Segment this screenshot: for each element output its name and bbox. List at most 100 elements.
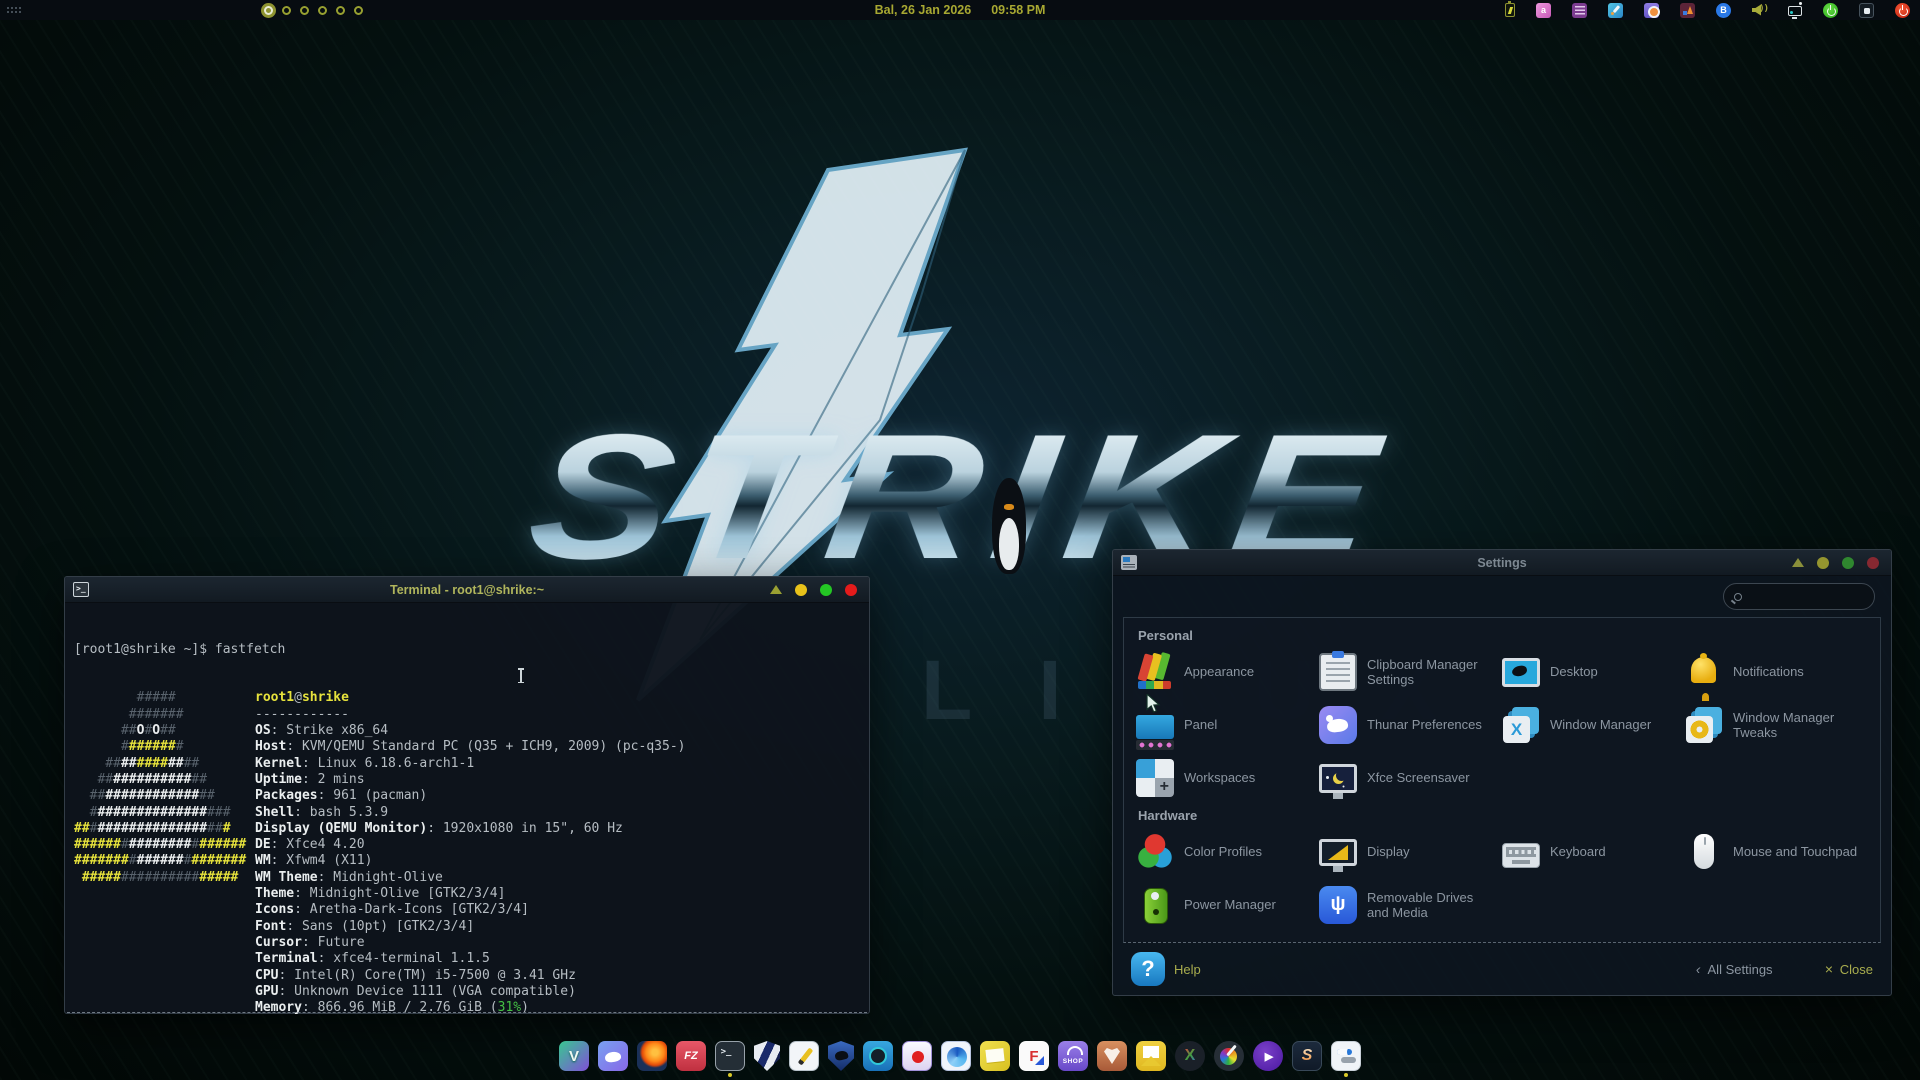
settings-item-wm-tweaks[interactable]: Window Manager Tweaks [1685, 698, 1868, 751]
power-red-icon[interactable] [1895, 3, 1910, 18]
terminal-info-line: Font: Sans (10pt) [GTK2/3/4] [255, 919, 685, 935]
firewall-indicator-icon[interactable] [1680, 3, 1695, 18]
settings-item-thunar[interactable]: Thunar Preferences [1319, 698, 1502, 751]
chevron-left-icon: ‹ [1696, 961, 1701, 977]
info-label: Shell [255, 805, 294, 820]
close-settings-button[interactable]: × Close [1825, 961, 1873, 977]
terminal-prompt-line: [root1@shrike ~]$ fastfetch [74, 642, 860, 658]
maximize-button[interactable] [1842, 557, 1854, 569]
section-header-personal: Personal [1138, 628, 1868, 643]
all-settings-button[interactable]: ‹ All Settings [1696, 961, 1773, 977]
settings-grid: Color ProfilesDisplayKeyboardMouse and T… [1136, 825, 1868, 931]
battery-charging-icon[interactable] [1505, 3, 1515, 17]
info-label: Theme [255, 886, 294, 901]
terminal-title: Terminal - root1@shrike:~ [65, 583, 869, 597]
dock-item-mail-client[interactable] [1136, 1041, 1166, 1071]
removable-icon: ψ [1319, 886, 1357, 924]
app-store-f-glyph: F [1029, 1048, 1038, 1065]
settings-titlebar[interactable]: Settings [1113, 550, 1891, 576]
dock-item-filezilla[interactable]: FZ [676, 1041, 706, 1071]
dock-item-text-editor[interactable] [789, 1041, 819, 1071]
network-display-icon[interactable] [1788, 6, 1802, 16]
dock-item-sticky-notes[interactable] [980, 1041, 1010, 1071]
top-panel: Bal, 26 Jan 2026 09:58 PM aB [0, 0, 1920, 20]
maximize-button[interactable] [820, 584, 832, 596]
dock-item-settings-manager[interactable] [1331, 1041, 1361, 1071]
info-label: GPU [255, 984, 278, 999]
dock-item-crowsec-shield[interactable] [828, 1041, 854, 1071]
search-input[interactable] [1750, 590, 1864, 604]
terminal-info-line: Kernel: Linux 6.18.6-arch1-1 [255, 756, 685, 772]
keyboard-icon [1502, 843, 1540, 868]
terminal-info-line: Host: KVM/QEMU Standard PC (Q35 + ICH9, … [255, 739, 685, 755]
percentage-value: 31% [498, 1000, 521, 1014]
settings-item-keyboard[interactable]: Keyboard [1502, 825, 1685, 878]
ascii-art-line: ######## [74, 739, 255, 755]
dock-item-recorder[interactable] [902, 1041, 932, 1071]
minimize-button[interactable] [1817, 557, 1829, 569]
ascii-art-line: ##### [74, 690, 255, 706]
dock-item-thunar-file-manager[interactable] [598, 1041, 628, 1071]
settings-item-panel[interactable]: Panel [1136, 698, 1319, 751]
terminal-info-line: Uptime: 2 mins [255, 772, 685, 788]
settings-item-label: Panel [1184, 717, 1217, 732]
clipboard-manager-icon[interactable] [1572, 3, 1587, 18]
session-power-green-icon[interactable] [1823, 3, 1838, 18]
xorg-glyph: X [1185, 1047, 1196, 1065]
info-label: Memory [255, 1000, 302, 1014]
dock-item-vim[interactable]: V [559, 1041, 589, 1071]
settings-item-screensaver[interactable]: Xfce Screensaver [1319, 751, 1502, 804]
paintbrush-icon[interactable] [1608, 3, 1623, 18]
settings-item-clipboard[interactable]: Clipboard Manager Settings [1319, 645, 1502, 698]
settings-item-label: Desktop [1550, 664, 1598, 679]
dock-item-xorg[interactable]: X [1175, 1041, 1205, 1071]
lens-indicator-icon[interactable] [1644, 3, 1659, 18]
dock-item-paint-app[interactable] [1214, 1041, 1244, 1071]
settings-item-workspaces[interactable]: Workspaces [1136, 751, 1319, 804]
battery-tray-icon[interactable] [1859, 3, 1874, 18]
dock-item-software-shop[interactable]: SHOP [1058, 1041, 1088, 1071]
settings-item-label: Xfce Screensaver [1367, 770, 1470, 785]
penguin-art [988, 478, 1030, 578]
terminal-titlebar[interactable]: Terminal - root1@shrike:~ [65, 577, 869, 603]
settings-item-removable[interactable]: ψRemovable Drives and Media [1319, 878, 1502, 931]
ascii-art-line: ###################### [74, 853, 255, 869]
settings-window-icon [1121, 555, 1137, 570]
info-label: DE [255, 837, 271, 852]
settings-item-mouse[interactable]: Mouse and Touchpad [1685, 825, 1868, 878]
terminal-info-line: Theme: Midnight-Olive [GTK2/3/4] [255, 886, 685, 902]
info-label: Icons [255, 902, 294, 917]
settings-item-power-manager[interactable]: Power Manager [1136, 878, 1319, 931]
dock-item-web-browser[interactable] [941, 1041, 971, 1071]
shade-button[interactable] [1792, 558, 1804, 567]
desktop: STRIKE LINUX Bal, 26 Jan 2026 09:58 PM a… [0, 0, 1920, 1080]
settings-item-appearance[interactable]: Appearance [1136, 645, 1319, 698]
close-button[interactable] [1867, 557, 1879, 569]
dock-item-media-player[interactable]: ▶ [1253, 1041, 1283, 1071]
dock-item-screen-recorder[interactable] [863, 1041, 893, 1071]
settings-item-display[interactable]: Display [1319, 825, 1502, 878]
volume-icon[interactable] [1752, 3, 1767, 18]
window-manager-icon [1502, 706, 1540, 744]
dock-item-firefox[interactable] [637, 1041, 667, 1071]
search-field[interactable] [1723, 583, 1875, 610]
dock-item-strike-tool[interactable]: S [1292, 1041, 1322, 1071]
settings-item-label: Thunar Preferences [1367, 717, 1482, 732]
minimize-button[interactable] [795, 584, 807, 596]
settings-item-color-profiles[interactable]: Color Profiles [1136, 825, 1319, 878]
dock-item-security-shield[interactable] [754, 1041, 780, 1071]
app-indicator-pink-icon[interactable]: a [1536, 3, 1551, 18]
close-button[interactable] [845, 584, 857, 596]
settings-window: Settings Personal AppearanceClipboard Man… [1112, 549, 1892, 996]
settings-item-desktop[interactable]: Desktop [1502, 645, 1685, 698]
terminal-body[interactable]: [root1@shrike ~]$ fastfetch ##### ######… [65, 603, 869, 1014]
bluetooth-icon[interactable]: B [1716, 3, 1731, 18]
dock-item-terminal[interactable]: >_ [715, 1041, 745, 1071]
dock-item-app-store-f[interactable]: F [1019, 1041, 1049, 1071]
settings-item-window-manager[interactable]: Window Manager [1502, 698, 1685, 751]
help-button[interactable]: ? Help [1131, 952, 1201, 986]
shade-button[interactable] [770, 585, 782, 594]
info-label: Display (QEMU Monitor) [255, 821, 427, 836]
settings-item-notifications[interactable]: Notifications [1685, 645, 1868, 698]
dock-item-brave-browser[interactable] [1097, 1041, 1127, 1071]
